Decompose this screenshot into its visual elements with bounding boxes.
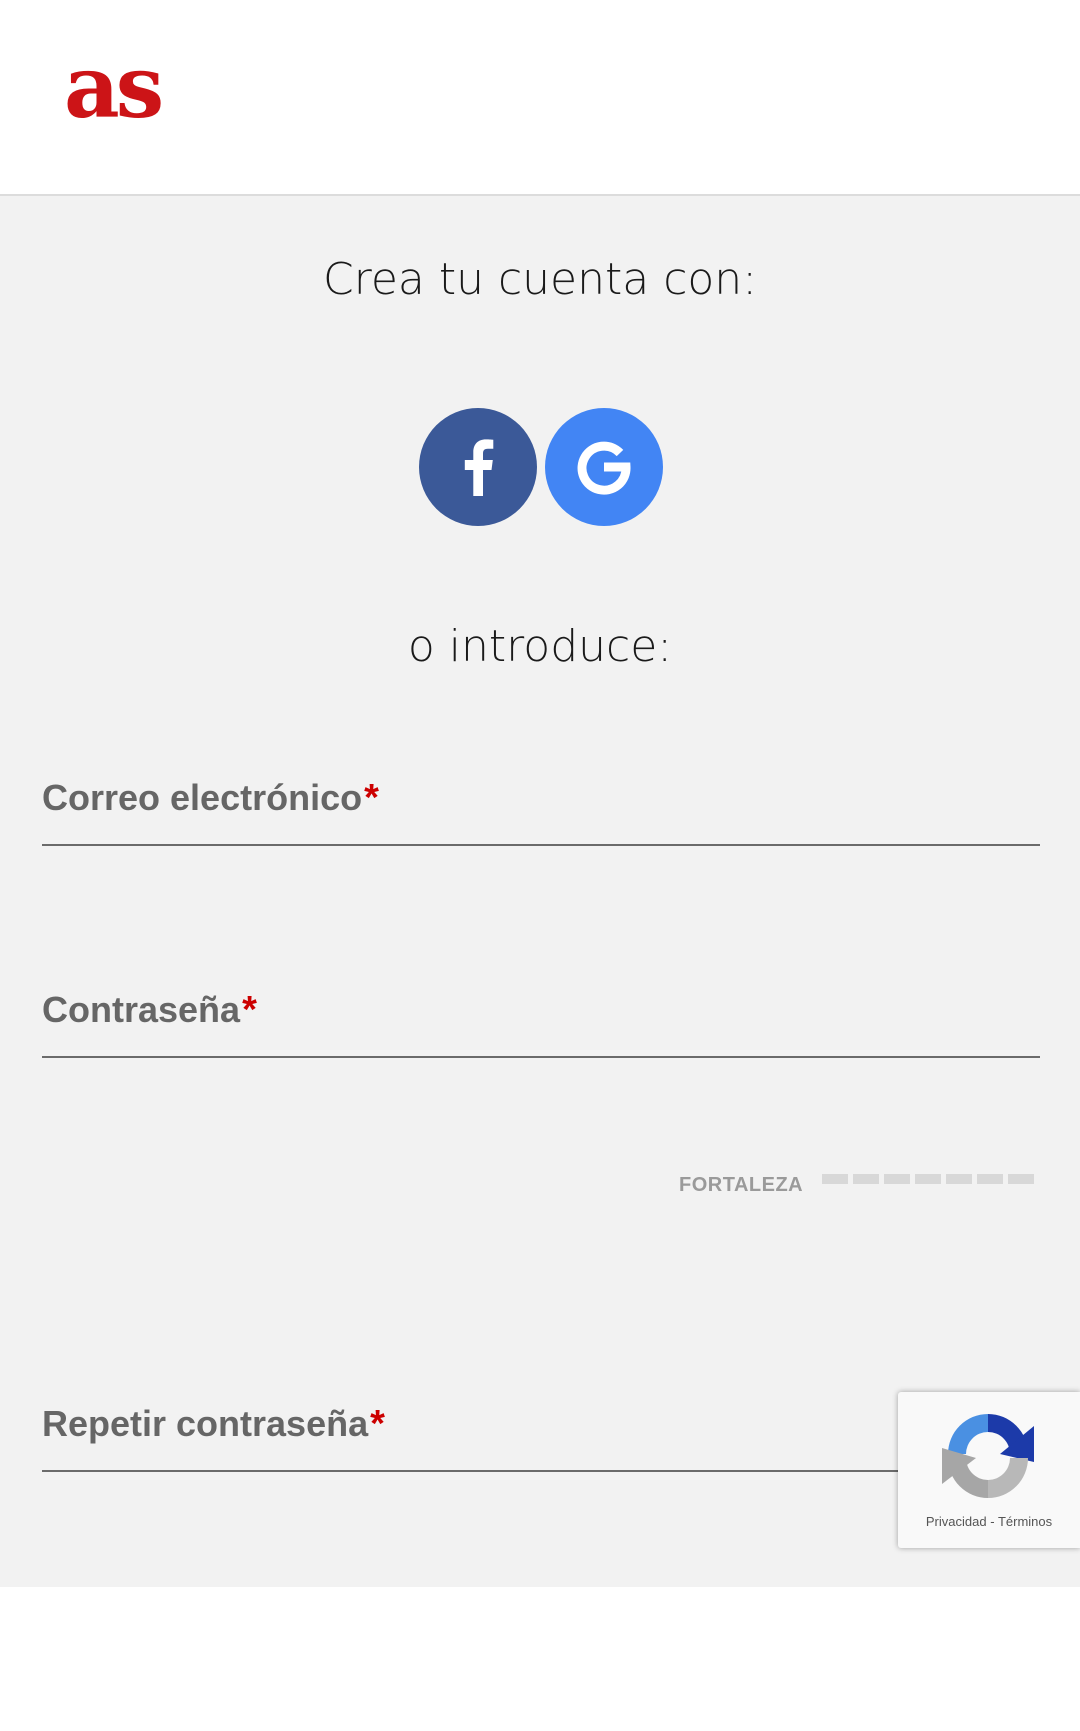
recaptcha-badge[interactable]: Privacidad - Términos	[898, 1392, 1080, 1548]
password-label: Contraseña*	[42, 989, 257, 1032]
recaptcha-separator: -	[990, 1514, 995, 1529]
strength-segment	[822, 1174, 848, 1184]
required-asterisk: *	[370, 1403, 385, 1445]
facebook-login-button[interactable]	[419, 408, 537, 526]
recaptcha-privacy-link[interactable]: Privacidad	[926, 1514, 987, 1529]
email-field[interactable]: Correo electrónico*	[42, 754, 1040, 846]
strength-segment	[884, 1174, 910, 1184]
site-header: as	[0, 0, 1080, 196]
facebook-icon	[464, 439, 494, 496]
page-footer-blank	[0, 1587, 1080, 1731]
or-enter-text: o introduce:	[407, 621, 673, 672]
strength-segment	[1008, 1174, 1034, 1184]
strength-segment	[853, 1174, 879, 1184]
repeat-password-field[interactable]: Repetir contraseña*	[42, 1380, 1040, 1472]
recaptcha-terms-link[interactable]: Términos	[998, 1514, 1052, 1529]
strength-bars	[822, 1174, 1034, 1184]
strength-label: FORTALEZA	[679, 1174, 804, 1196]
google-icon	[577, 441, 631, 495]
strength-segment	[977, 1174, 1003, 1184]
google-login-button[interactable]	[545, 408, 663, 526]
required-asterisk: *	[364, 777, 379, 819]
email-label-text: Correo electrónico	[42, 777, 363, 818]
password-strength-meter: FORTALEZA	[679, 1174, 1039, 1204]
email-label: Correo electrónico*	[42, 777, 379, 820]
strength-segment	[946, 1174, 972, 1184]
signup-title: Crea tu cuenta con:	[322, 254, 758, 305]
recaptcha-icon	[938, 1406, 1038, 1511]
repeat-password-label-text: Repetir contraseña	[42, 1403, 369, 1444]
repeat-password-label: Repetir contraseña*	[42, 1403, 385, 1446]
as-logo[interactable]: as	[64, 45, 164, 131]
password-label-text: Contraseña	[42, 989, 241, 1030]
signup-panel: Crea tu cuenta con: o introduce:	[0, 196, 1080, 1587]
password-field[interactable]: Contraseña*	[42, 966, 1040, 1058]
required-asterisk: *	[242, 989, 257, 1031]
strength-segment	[915, 1174, 941, 1184]
recaptcha-links: Privacidad - Términos	[898, 1514, 1080, 1529]
